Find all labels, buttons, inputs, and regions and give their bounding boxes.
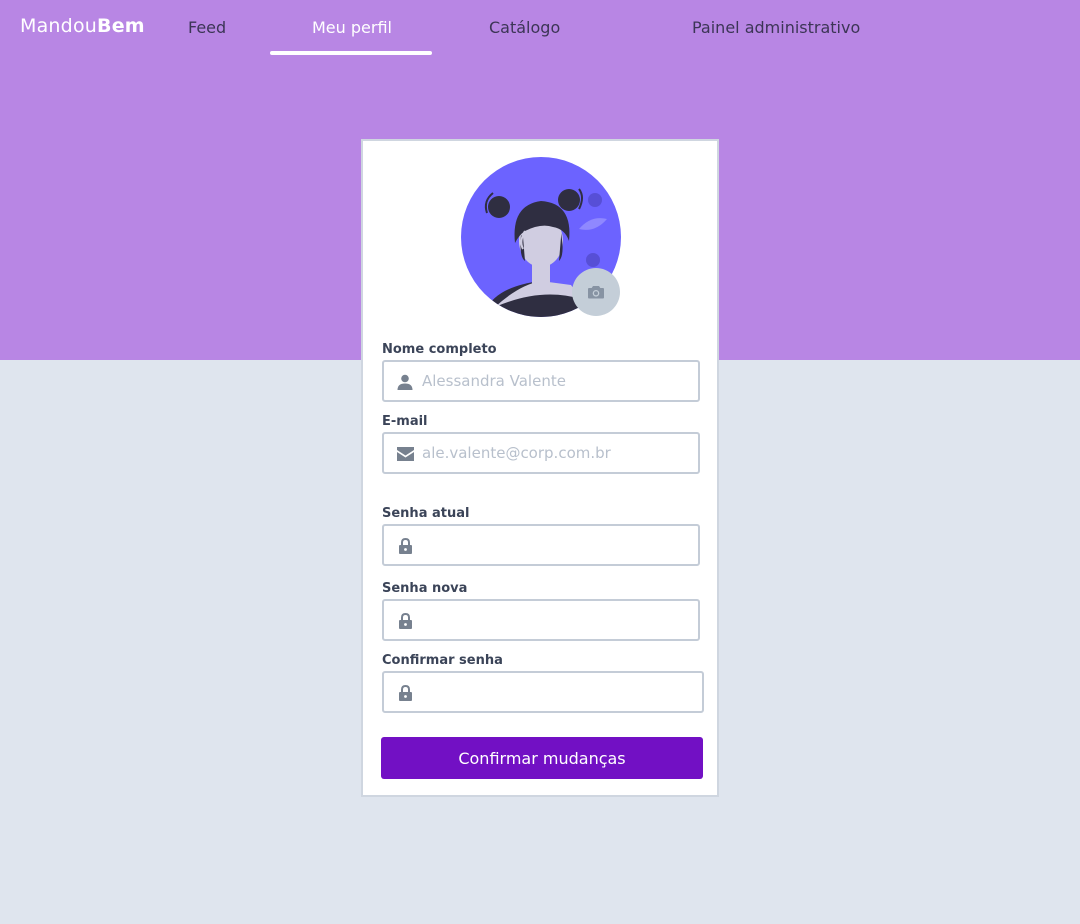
nav-item-meu-perfil[interactable]: Meu perfil bbox=[312, 18, 392, 37]
brand-text-part2: Bem bbox=[97, 15, 145, 37]
confirm-password-input[interactable] bbox=[422, 679, 690, 705]
lock-icon bbox=[396, 684, 414, 702]
active-tab-indicator bbox=[270, 51, 432, 55]
change-photo-button[interactable] bbox=[572, 268, 620, 316]
confirm-password-label: Confirmar senha bbox=[382, 653, 503, 668]
camera-icon bbox=[588, 286, 604, 299]
new-password-input[interactable] bbox=[422, 607, 690, 633]
brand-logo[interactable]: MandouBem bbox=[20, 15, 145, 37]
new-password-field bbox=[382, 599, 700, 641]
lock-icon bbox=[396, 537, 414, 555]
current-password-field bbox=[382, 524, 700, 566]
email-label: E-mail bbox=[382, 414, 428, 429]
confirm-password-field bbox=[382, 671, 704, 713]
brand-text-part1: Mandou bbox=[20, 15, 98, 37]
top-navigation: MandouBem Feed Meu perfil Catálogo Paine… bbox=[0, 0, 1080, 56]
profile-card: Nome completo E-mail Senha atual Senha n… bbox=[361, 139, 719, 797]
current-password-label: Senha atual bbox=[382, 506, 470, 521]
email-input[interactable] bbox=[422, 440, 690, 466]
user-icon bbox=[396, 373, 414, 391]
new-password-label: Senha nova bbox=[382, 581, 468, 596]
lock-icon bbox=[396, 612, 414, 630]
full-name-label: Nome completo bbox=[382, 342, 497, 357]
nav-item-painel-administrativo[interactable]: Painel administrativo bbox=[692, 18, 860, 37]
email-field bbox=[382, 432, 700, 474]
confirm-changes-button[interactable]: Confirmar mudanças bbox=[381, 737, 703, 779]
envelope-icon bbox=[396, 445, 414, 463]
nav-item-feed[interactable]: Feed bbox=[188, 18, 226, 37]
nav-item-catalogo[interactable]: Catálogo bbox=[489, 18, 560, 37]
current-password-input[interactable] bbox=[422, 532, 690, 558]
full-name-input[interactable] bbox=[422, 368, 690, 394]
avatar bbox=[461, 157, 621, 317]
full-name-field bbox=[382, 360, 700, 402]
